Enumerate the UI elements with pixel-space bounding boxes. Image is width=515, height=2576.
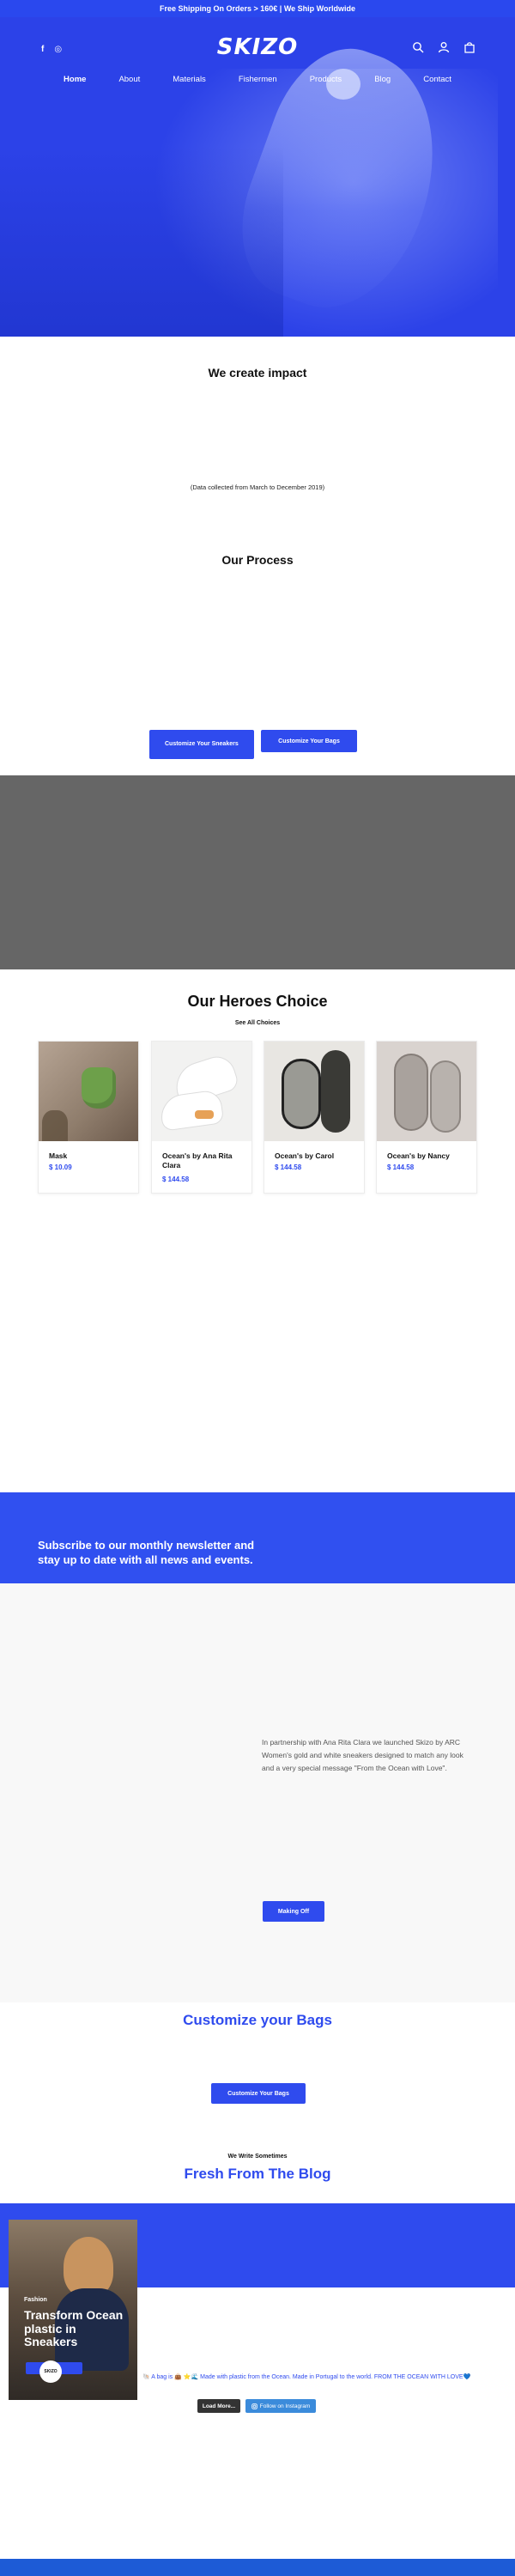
product-name[interactable]: Mask — [49, 1151, 131, 1161]
nav-products[interactable]: Products — [310, 75, 342, 84]
customize-bags-button[interactable]: Customize Your Bags — [261, 730, 357, 752]
load-more-button[interactable]: Load More... — [197, 2399, 240, 2413]
bags-title: Customize your Bags — [183, 2012, 332, 2028]
product-price: $ 144.58 — [162, 1176, 190, 1183]
nav-fishermen[interactable]: Fishermen — [239, 75, 277, 84]
product-image-ana-rita[interactable] — [152, 1042, 251, 1141]
follow-instagram-button[interactable]: Follow on Instagram — [245, 2399, 316, 2413]
product-image-nancy[interactable] — [377, 1042, 476, 1141]
follow-instagram-label: Follow on Instagram — [259, 2403, 311, 2409]
customize-bags-cta[interactable]: Customize Your Bags — [211, 2083, 306, 2104]
blog-post-category[interactable]: Fashion — [24, 2297, 47, 2303]
nav-about[interactable]: About — [118, 75, 140, 84]
video-block[interactable] — [0, 775, 515, 969]
hero-shadow — [0, 146, 283, 337]
impact-title: We create impact — [208, 366, 307, 380]
impact-note: (Data collected from March to December 2… — [190, 483, 325, 491]
shipping-banner: Free Shipping On Orders > 160€ | We Ship… — [0, 0, 515, 17]
partnership-section: In partnership with Ana Rita Clara we la… — [0, 1583, 515, 2002]
hero-foam — [326, 69, 360, 100]
product-price: $ 144.58 — [275, 1163, 302, 1171]
nav-blog[interactable]: Blog — [374, 75, 391, 84]
blog-title: Fresh From The Blog — [184, 2166, 331, 2182]
header-icons — [412, 41, 476, 53]
blog-post-title[interactable]: Transform Ocean plastic in Sneakers — [24, 2308, 127, 2349]
product-card[interactable]: Ocean's by Ana Rita Clara $ 144.58 — [151, 1041, 252, 1194]
product-image-carol[interactable] — [264, 1042, 364, 1141]
instagram-icon — [251, 2403, 258, 2409]
customize-sneakers-button[interactable]: Customize Your Sneakers — [149, 730, 254, 759]
nav-home[interactable]: Home — [64, 75, 86, 84]
newsletter-section: Subscribe to our monthly newsletter and … — [0, 1492, 515, 1583]
skizo-badge: SKIZO — [39, 2360, 62, 2383]
making-off-button[interactable]: Making Off — [263, 1901, 324, 1922]
product-image-mask[interactable] — [39, 1042, 138, 1141]
product-name[interactable]: Ocean's by Nancy — [387, 1151, 470, 1161]
instagram-caption[interactable]: 🐚 A bag is 👜 ⭐🌊 Made with plastic from t… — [142, 2373, 503, 2380]
see-all-link[interactable]: See All Choices — [0, 1020, 515, 1026]
product-card[interactable]: Ocean's by Nancy $ 144.58 — [376, 1041, 477, 1194]
heroes-title: Our Heroes Choice — [187, 993, 328, 1010]
main-nav: Home About Materials Fishermen Products … — [0, 75, 515, 84]
bag-icon[interactable] — [464, 41, 476, 53]
product-price: $ 144.58 — [387, 1163, 415, 1171]
product-name[interactable]: Ocean's by Carol — [275, 1151, 357, 1161]
user-icon[interactable] — [438, 41, 450, 53]
product-card[interactable]: Ocean's by Carol $ 144.58 — [264, 1041, 365, 1194]
hero-section — [0, 17, 515, 337]
product-price: $ 10.09 — [49, 1163, 72, 1171]
search-icon[interactable] — [412, 41, 424, 53]
nav-materials[interactable]: Materials — [173, 75, 206, 84]
process-title: Our Process — [221, 553, 294, 567]
product-name[interactable]: Ocean's by Ana Rita Clara — [162, 1151, 245, 1170]
footer-bar — [0, 2559, 515, 2576]
product-card[interactable]: Mask $ 10.09 — [38, 1041, 139, 1194]
nav-contact[interactable]: Contact — [423, 75, 451, 84]
newsletter-text: Subscribe to our monthly newsletter and … — [38, 1539, 255, 1566]
blog-post-card[interactable]: Fashion Transform Ocean plastic in Sneak… — [9, 2220, 137, 2400]
partnership-text: In partnership with Ana Rita Clara we la… — [262, 1738, 464, 1772]
blog-eyebrow: We Write Sometimes — [227, 2154, 288, 2160]
